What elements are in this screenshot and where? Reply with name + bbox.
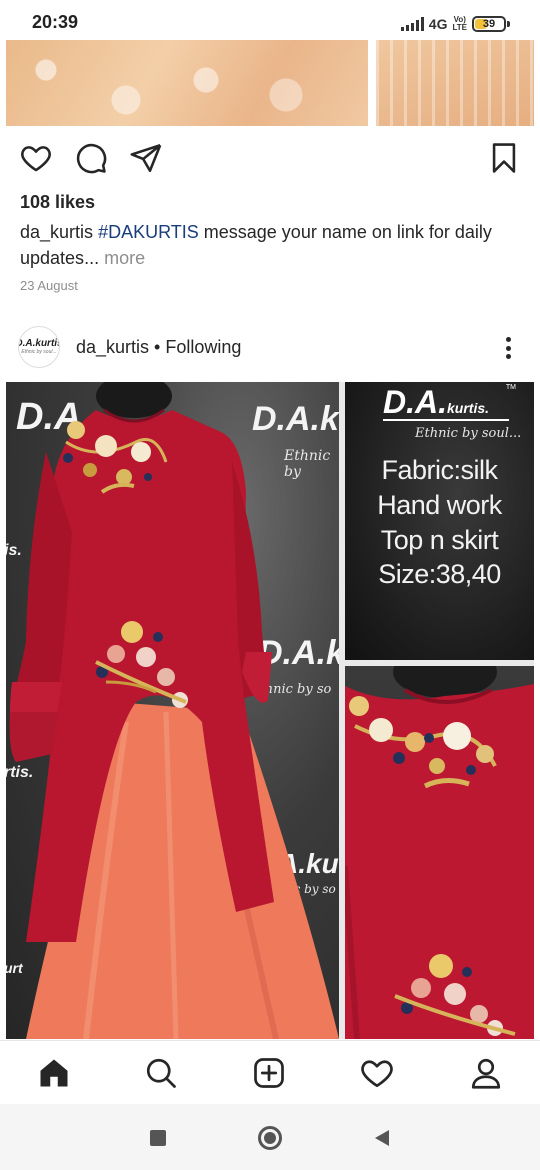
search-icon[interactable] (141, 1053, 181, 1093)
post-username-line: da_kurtis • Following (76, 337, 241, 358)
post-date: 23 August (20, 278, 78, 293)
profile-icon[interactable] (466, 1053, 506, 1093)
previous-post-image[interactable] (6, 40, 534, 128)
status-indicators: 4G Vo) LTE 39 (400, 14, 510, 34)
info-set: Top n skirt (380, 525, 499, 555)
info-size: Size:38,40 (378, 559, 501, 589)
post-image[interactable]: D.A. D.A.k Ethnic by is. D.A.k Ethnic by… (6, 382, 534, 1039)
avatar[interactable]: D.A.kurtis Ethnic by soul... (18, 326, 60, 368)
more-options-icon[interactable] (498, 334, 518, 362)
back-triangle-icon[interactable] (368, 1124, 396, 1152)
caption-more-link[interactable]: more (99, 248, 145, 268)
send-icon[interactable] (128, 140, 164, 176)
heart-icon[interactable] (18, 140, 54, 176)
network-type: 4G (428, 16, 448, 32)
avatar-logo: D.A.kurtis (19, 338, 59, 349)
info-work: Hand work (377, 490, 502, 520)
battery-icon: 39 (472, 16, 506, 32)
username-separator: • (149, 337, 166, 357)
caption-hashtag[interactable]: #DAKURTIS (98, 222, 199, 242)
info-brand-suffix: kurtis. (447, 400, 490, 416)
outfit-photo-closeup (345, 666, 534, 1039)
avatar-tagline: Ethnic by soul... (21, 349, 57, 355)
bottom-tab-bar (0, 1040, 540, 1104)
bookmark-icon[interactable] (486, 140, 522, 176)
follow-status[interactable]: Following (165, 337, 241, 357)
volte-bottom: LTE (452, 23, 467, 32)
info-fabric: Fabric:silk (381, 455, 498, 485)
home-icon[interactable] (34, 1053, 74, 1093)
add-post-icon[interactable] (249, 1053, 289, 1093)
info-brand: D.A. kurtis. (383, 384, 489, 421)
home-circle-icon[interactable] (256, 1124, 284, 1152)
status-time: 20:39 (32, 12, 79, 32)
post-actions (0, 140, 540, 180)
volte-icon: Vo) LTE (452, 16, 467, 32)
signal-icon (400, 17, 424, 31)
battery-level: 39 (482, 18, 496, 30)
outfit-photo-full: D.A. D.A.k Ethnic by is. D.A.k Ethnic by… (6, 382, 339, 1039)
info-trademark: TM (505, 384, 516, 391)
recents-square-icon[interactable] (144, 1124, 172, 1152)
battery-tip (507, 21, 510, 27)
previous-post-photo-side[interactable] (376, 40, 534, 126)
caption-ellipsis: ... (84, 248, 100, 268)
activity-heart-icon[interactable] (357, 1053, 397, 1093)
caption-username[interactable]: da_kurtis (20, 222, 93, 242)
info-brand-main: D.A. (383, 384, 447, 420)
likes-count[interactable]: 108 likes (20, 192, 95, 213)
closeup-illustration (345, 666, 534, 1039)
info-tagline: Ethnic by soul... (415, 426, 522, 441)
outfit-info-card: D.A. kurtis. TM Ethnic by soul... Fabric:… (345, 382, 534, 660)
previous-post-photo-main[interactable] (6, 40, 368, 126)
comment-icon[interactable] (73, 140, 109, 176)
status-bar: 20:39 4G Vo) LTE 39 (0, 0, 540, 44)
post-caption: da_kurtis #DAKURTIS message your name on… (20, 219, 520, 271)
post-header: D.A.kurtis Ethnic by soul... da_kurtis •… (0, 322, 540, 374)
system-nav-bar (0, 1104, 540, 1170)
outfit-illustration (9, 382, 339, 1039)
info-brand-underline (383, 419, 509, 421)
post-username[interactable]: da_kurtis (76, 337, 149, 357)
